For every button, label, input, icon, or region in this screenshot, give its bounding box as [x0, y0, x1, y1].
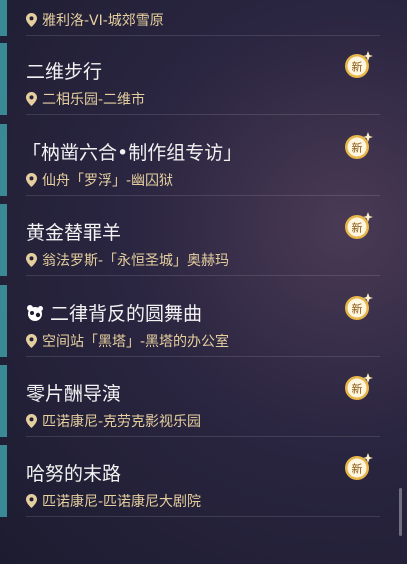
quest-location: 匹诺康尼-克劳克影视乐园 [26, 411, 201, 431]
location-pin-icon [26, 92, 37, 106]
quest-item[interactable]: 雅利洛-VI-城郊雪原 [0, 0, 380, 36]
quest-title-text: 零片酬导演 [26, 383, 122, 405]
location-pin-icon [26, 334, 37, 348]
divider [26, 516, 380, 517]
divider [26, 356, 380, 357]
quest-location-text: 空间站「黑塔」-黑塔的办公室 [42, 334, 230, 350]
quest-title: 二律背反的圆舞曲 [26, 299, 202, 326]
quest-title-text: 哈努的末路 [26, 463, 122, 485]
quest-accent-stripe [0, 365, 7, 437]
quest-title: 二维步行 [26, 57, 102, 84]
quest-location: 匹诺康尼-匹诺康尼大剧院 [26, 491, 201, 511]
quest-title: 零片酬导演 [26, 379, 121, 406]
divider [26, 195, 380, 196]
new-badge-label: 新 [352, 382, 363, 396]
quest-accent-stripe [0, 0, 7, 36]
location-pin-icon [26, 13, 37, 27]
quest-title-text: 黄金替罪羊 [26, 222, 122, 244]
quest-accent-stripe [0, 124, 7, 196]
quest-location: 翁法罗斯-「永恒圣城」奥赫玛 [26, 250, 229, 270]
new-badge-label: 新 [352, 60, 363, 74]
quest-location-text: 翁法罗斯-「永恒圣城」奥赫玛 [42, 253, 230, 269]
quest-accent-stripe [0, 204, 7, 276]
quest-item[interactable]: 哈努的末路 匹诺康尼-匹诺康尼大剧院 新 [0, 445, 380, 517]
new-badge-label: 新 [352, 141, 363, 155]
quest-item[interactable]: 二维步行 二相乐园-二维市 新 [0, 43, 380, 115]
new-badge: 新 [342, 451, 374, 481]
divider [26, 436, 380, 437]
quest-accent-stripe [0, 43, 7, 115]
quest-location: 雅利洛-VI-城郊雪原 [26, 10, 164, 30]
panda-icon [27, 304, 43, 321]
location-pin-icon [26, 494, 37, 508]
quest-item[interactable]: 零片酬导演 匹诺康尼-克劳克影视乐园 新 [0, 365, 380, 437]
scrollbar-thumb[interactable] [399, 488, 402, 536]
new-badge: 新 [342, 130, 374, 160]
quest-location-text: 雅利洛-VI-城郊雪原 [42, 13, 164, 29]
quest-location: 空间站「黑塔」-黑塔的办公室 [26, 331, 229, 351]
location-pin-icon [26, 253, 37, 267]
quest-accent-stripe [0, 445, 7, 517]
quest-title: 「枘凿六合•制作组专访」 [22, 138, 242, 165]
location-pin-icon [26, 173, 37, 187]
new-badge-label: 新 [352, 302, 363, 316]
new-badge: 新 [342, 210, 374, 240]
quest-location-text: 仙舟「罗浮」-幽囚狱 [42, 173, 174, 189]
quest-item[interactable]: 「枘凿六合•制作组专访」 仙舟「罗浮」-幽囚狱 新 [0, 124, 380, 196]
new-badge-label: 新 [352, 462, 363, 476]
quest-title: 哈努的末路 [26, 459, 121, 486]
quest-location: 仙舟「罗浮」-幽囚狱 [26, 170, 173, 190]
divider [26, 275, 380, 276]
quest-location-text: 二相乐园-二维市 [42, 92, 146, 108]
quest-accent-stripe [0, 285, 7, 357]
location-pin-icon [26, 414, 37, 428]
new-badge: 新 [342, 291, 374, 321]
quest-title-text: 二维步行 [26, 61, 103, 83]
new-badge: 新 [342, 49, 374, 79]
quest-title-text: 「枘凿六合•制作组专访」 [22, 142, 243, 164]
new-badge-label: 新 [352, 221, 363, 235]
quest-location-text: 匹诺康尼-克劳克影视乐园 [42, 414, 202, 430]
quest-title: 黄金替罪羊 [26, 218, 121, 245]
new-badge: 新 [342, 371, 374, 401]
quest-location: 二相乐园-二维市 [26, 89, 145, 109]
divider [26, 35, 380, 36]
quest-list: 雅利洛-VI-城郊雪原 二维步行 二相乐园-二维市 新 「枘凿六合•制作组专访」… [0, 0, 407, 564]
quest-item[interactable]: 黄金替罪羊 翁法罗斯-「永恒圣城」奥赫玛 新 [0, 204, 380, 276]
quest-location-text: 匹诺康尼-匹诺康尼大剧院 [42, 494, 202, 510]
quest-item[interactable]: 二律背反的圆舞曲 空间站「黑塔」-黑塔的办公室 新 [0, 285, 380, 357]
quest-title-text: 二律背反的圆舞曲 [50, 303, 203, 325]
divider [26, 114, 380, 115]
